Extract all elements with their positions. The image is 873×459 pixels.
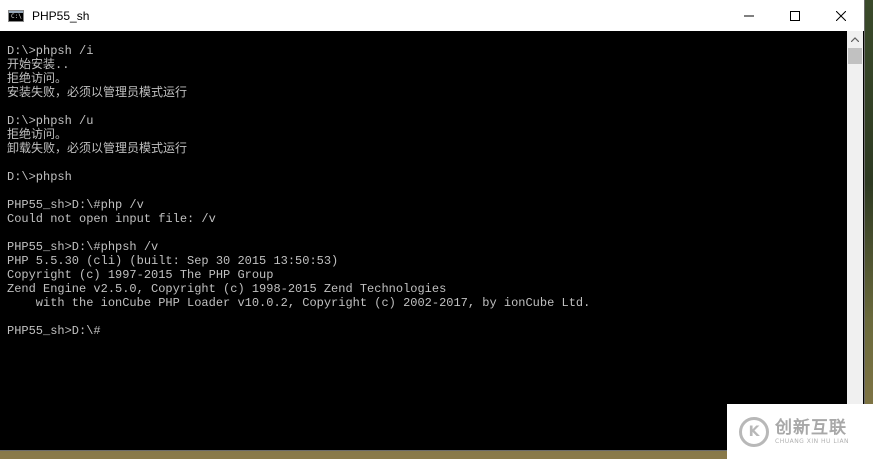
console-line: PHP55_sh>D:\#php /v — [7, 198, 144, 212]
scroll-thumb[interactable] — [848, 48, 862, 64]
brand-name-en: CHUANG XIN HU LIAN — [775, 437, 850, 445]
console-line: 拒绝访问。 — [7, 128, 68, 142]
console-line: Zend Engine v2.5.0, Copyright (c) 1998-2… — [7, 282, 447, 296]
console-line: PHP 5.5.30 (cli) (built: Sep 30 2015 13:… — [7, 254, 339, 268]
console-line: D:\>phpsh /i — [7, 44, 94, 58]
console-line: 拒绝访问。 — [7, 72, 68, 86]
console-line: 安装失败，必须以管理员模式运行 — [7, 86, 188, 100]
console-line: D:\>phpsh /u — [7, 114, 94, 128]
minimize-button[interactable] — [726, 0, 772, 31]
console-icon-glyph: C:\ — [11, 12, 22, 20]
title-bar[interactable]: C:\ PHP55_sh — [0, 0, 864, 31]
window-controls — [726, 0, 864, 31]
maximize-button[interactable] — [772, 0, 818, 31]
brand-name-cn: 创新互联 — [775, 417, 847, 438]
maximize-icon — [790, 10, 800, 21]
brand-text: 创新互联 CHUANG XIN HU LIAN — [775, 418, 849, 446]
console-text: D:\>phpsh /i 开始安装.. 拒绝访问。 安装失败，必须以管理员模式运行 D:… — [0, 31, 848, 338]
console-icon[interactable]: C:\ — [8, 9, 24, 22]
console-line: 卸载失败，必须以管理员模式运行 — [7, 142, 188, 156]
console-line: Could not open input file: /v — [7, 212, 216, 226]
scroll-up-button[interactable] — [847, 31, 863, 47]
console-line: PHP55_sh>D:\# — [7, 324, 101, 338]
window-title: PHP55_sh — [32, 8, 90, 23]
console-line: PHP55_sh>D:\#phpsh /v — [7, 240, 159, 254]
console-output[interactable]: D:\>phpsh /i 开始安装.. 拒绝访问。 安装失败，必须以管理员模式运行 D:… — [0, 31, 848, 450]
console-line: Copyright (c) 1997-2015 The PHP Group — [7, 268, 274, 282]
close-icon — [836, 10, 846, 21]
console-line: D:\>phpsh — [7, 170, 72, 184]
minimize-icon — [744, 15, 754, 16]
vertical-scrollbar[interactable] — [847, 31, 863, 450]
console-window: C:\ PHP55_sh D:\>phpsh /i 开始安装.. 拒绝访问。 安… — [0, 0, 865, 451]
console-line: 开始安装.. — [7, 58, 70, 72]
console-line: with the ionCube PHP Loader v10.0.2, Cop… — [7, 296, 591, 310]
brand-logo-icon: K — [739, 416, 769, 447]
scroll-up-arrow-icon — [851, 36, 859, 42]
watermark-logo: K 创新互联 CHUANG XIN HU LIAN — [727, 404, 873, 459]
close-button[interactable] — [818, 0, 864, 31]
